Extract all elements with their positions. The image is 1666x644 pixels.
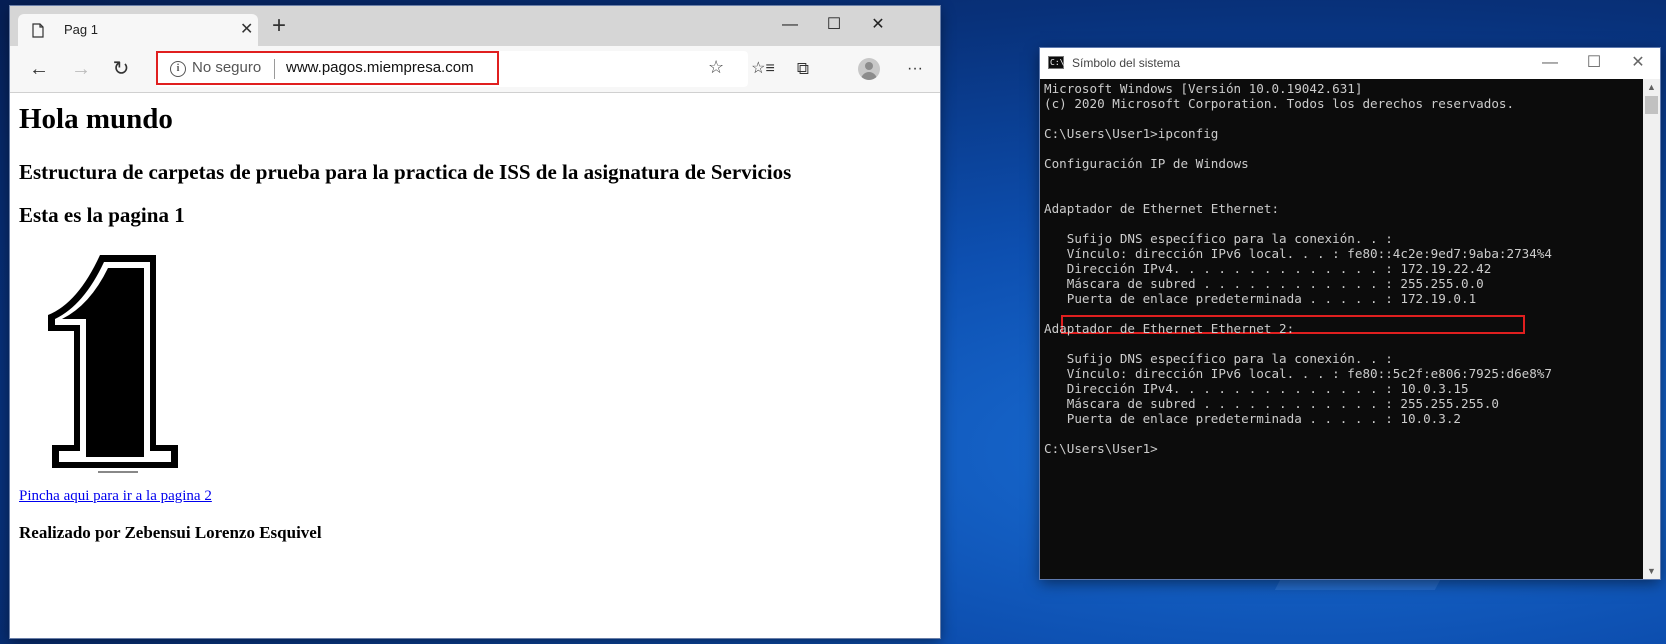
more-menu-icon[interactable]: ··· bbox=[900, 55, 930, 83]
web-page: Hola mundo Estructura de carpetas de pru… bbox=[10, 93, 940, 638]
console-line: Sufijo DNS específico para la conexión. … bbox=[1044, 351, 1393, 366]
tab-title: Pag 1 bbox=[64, 22, 98, 37]
console-titlebar: C:\ Símbolo del sistema — ☐ ✕ bbox=[1040, 48, 1660, 79]
new-tab-button[interactable]: + bbox=[272, 14, 286, 38]
address-separator bbox=[274, 59, 275, 79]
page-heading: Hola mundo bbox=[19, 103, 173, 135]
console-line: Dirección IPv4. . . . . . . . . . . . . … bbox=[1044, 381, 1469, 396]
console-minimize-button[interactable]: — bbox=[1528, 49, 1572, 77]
browser-titlebar: Pag 1 ✕ + — ☐ ✕ bbox=[10, 6, 940, 46]
console-line: Configuración IP de Windows bbox=[1044, 156, 1249, 171]
console-title: Símbolo del sistema bbox=[1072, 56, 1181, 70]
back-button[interactable]: ← bbox=[24, 55, 54, 83]
console-line: C:\Users\User1>ipconfig bbox=[1044, 126, 1219, 141]
refresh-button[interactable]: ↻ bbox=[106, 55, 136, 83]
page-subheading: Estructura de carpetas de prueba para la… bbox=[19, 160, 792, 184]
collections-icon[interactable]: ⧉ bbox=[788, 55, 818, 83]
favorite-star-icon[interactable]: ☆ bbox=[708, 57, 724, 78]
console-maximize-button[interactable]: ☐ bbox=[1572, 49, 1616, 77]
author-credit: Realizado por Zebensui Lorenzo Esquivel bbox=[19, 523, 322, 542]
url-text[interactable]: www.pagos.miempresa.com bbox=[286, 59, 474, 76]
console-line: Máscara de subred . . . . . . . . . . . … bbox=[1044, 276, 1484, 291]
maximize-button[interactable]: ☐ bbox=[812, 11, 856, 39]
close-button[interactable]: ✕ bbox=[856, 11, 900, 39]
number-one-image bbox=[48, 255, 178, 473]
console-close-button[interactable]: ✕ bbox=[1616, 49, 1660, 77]
scroll-down-icon[interactable]: ▼ bbox=[1643, 563, 1660, 579]
info-icon[interactable]: i bbox=[170, 61, 186, 77]
console-line: Máscara de subred . . . . . . . . . . . … bbox=[1044, 396, 1499, 411]
console-line: Sufijo DNS específico para la conexión. … bbox=[1044, 231, 1393, 246]
console-line: Puerta de enlace predeterminada . . . . … bbox=[1044, 411, 1462, 426]
browser-toolbar: ← → ↻ i No seguro www.pagos.miempresa.co… bbox=[10, 46, 940, 93]
profile-avatar[interactable] bbox=[858, 58, 880, 80]
command-prompt-window: C:\ Símbolo del sistema — ☐ ✕ Microsoft … bbox=[1040, 48, 1660, 579]
scroll-up-icon[interactable]: ▲ bbox=[1643, 79, 1660, 95]
scrollbar-thumb[interactable] bbox=[1645, 96, 1658, 114]
console-line: C:\Users\User1> bbox=[1044, 441, 1158, 456]
console-line: Dirección IPv4. . . . . . . . . . . . . … bbox=[1044, 261, 1492, 276]
browser-window: Pag 1 ✕ + — ☐ ✕ ← → ↻ i No seguro www.pa… bbox=[10, 6, 940, 638]
forward-button[interactable]: → bbox=[66, 55, 96, 83]
page-icon bbox=[32, 23, 44, 43]
console-line: Adaptador de Ethernet Ethernet 2: bbox=[1044, 321, 1295, 336]
console-app-icon: C:\ bbox=[1048, 56, 1065, 69]
browser-tab-active[interactable]: Pag 1 ✕ bbox=[18, 14, 258, 46]
tab-close-icon[interactable]: ✕ bbox=[240, 19, 253, 39]
minimize-button[interactable]: — bbox=[768, 11, 812, 39]
console-line: Adaptador de Ethernet Ethernet: bbox=[1044, 201, 1280, 216]
console-line: Vínculo: dirección IPv6 local. . . : fe8… bbox=[1044, 246, 1552, 261]
console-output[interactable]: Microsoft Windows [Versión 10.0.19042.63… bbox=[1040, 79, 1643, 579]
console-line: Puerta de enlace predeterminada . . . . … bbox=[1044, 291, 1477, 306]
console-line: Vínculo: dirección IPv6 local. . . : fe8… bbox=[1044, 366, 1552, 381]
favorites-icon[interactable]: ☆≡ bbox=[748, 55, 778, 83]
next-page-link[interactable]: Pincha aqui para ir a la pagina 2 bbox=[19, 488, 212, 505]
security-status[interactable]: No seguro bbox=[192, 59, 261, 76]
page-title: Esta es la pagina 1 bbox=[19, 203, 185, 227]
console-line: Microsoft Windows [Versión 10.0.19042.63… bbox=[1044, 81, 1363, 96]
console-line: (c) 2020 Microsoft Corporation. Todos lo… bbox=[1044, 96, 1515, 111]
console-scrollbar[interactable]: ▲ ▼ bbox=[1643, 79, 1660, 579]
